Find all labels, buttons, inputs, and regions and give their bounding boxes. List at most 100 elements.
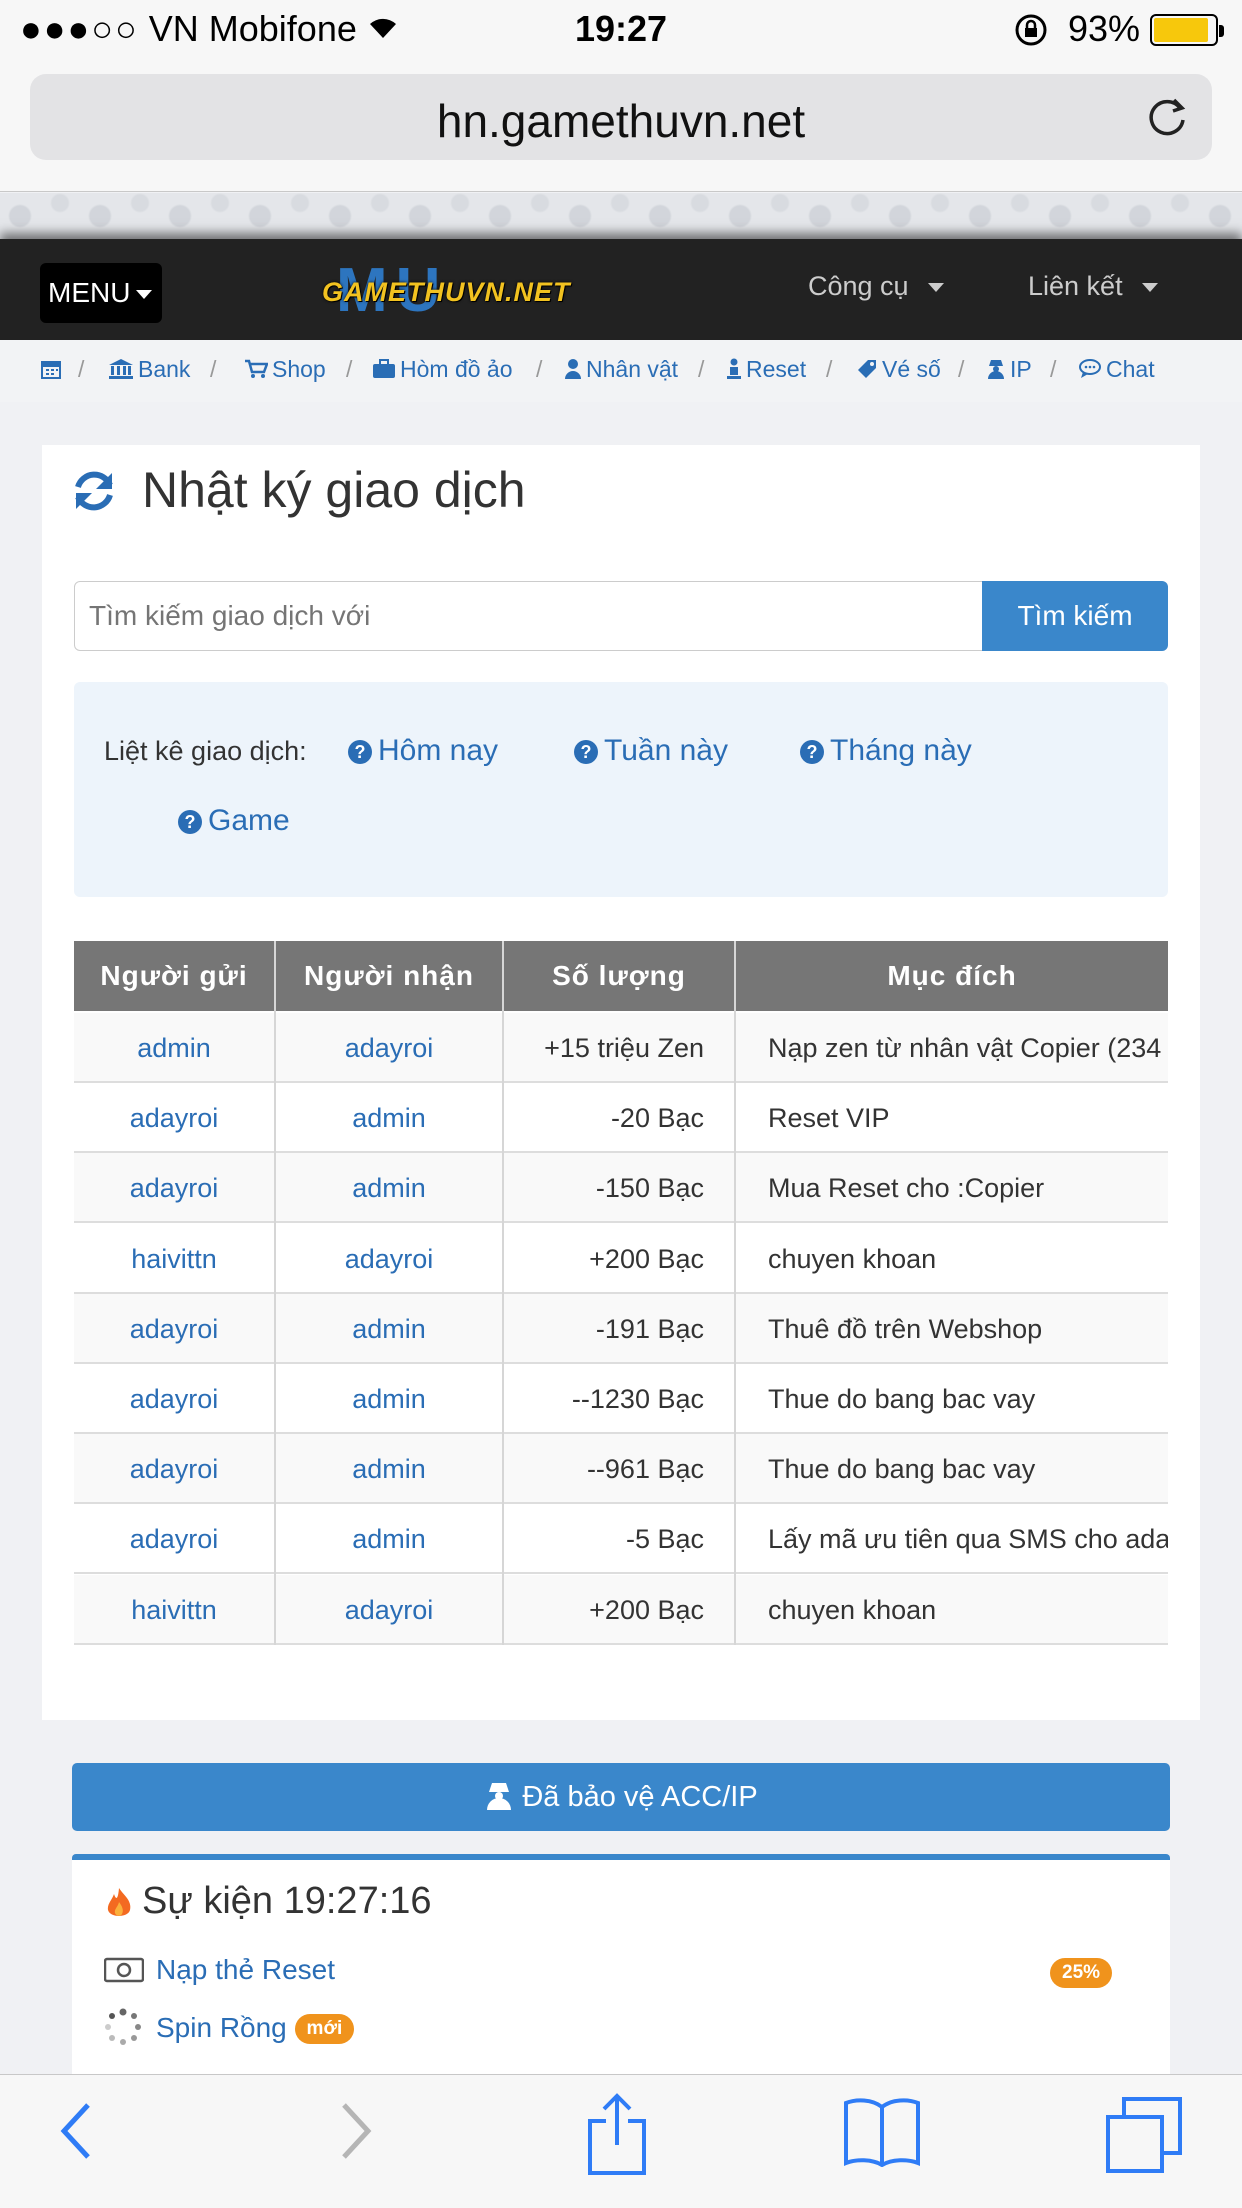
account-protected-button[interactable]: Đã bảo vệ ACC/IP — [72, 1763, 1170, 1831]
table-row: adayroi admin --1230 Bạc Thue do bang bac v… — [74, 1364, 1168, 1434]
logo-text: GAMETHUVN.NET — [322, 277, 571, 307]
address-bar[interactable]: hn.gamethuvn.net — [30, 74, 1212, 160]
site-logo[interactable]: MU GAMETHUVN.NET — [322, 260, 572, 322]
transaction-log-panel: Nhật ký giao dịch Tìm kiếm Liệt kê giao … — [42, 445, 1200, 1720]
breadcrumb-character[interactable]: Nhân vật — [564, 356, 678, 383]
purpose-cell: Thue do bang bac vay — [768, 1384, 1036, 1414]
bank-icon — [109, 359, 133, 379]
filter-game[interactable]: ? Game — [178, 804, 290, 838]
caret-down-icon — [928, 283, 945, 293]
menu-label: MENU — [48, 277, 131, 308]
amount-cell: -191 Bạc — [595, 1313, 704, 1344]
events-title: Sự kiện 19:27:16 — [142, 1880, 432, 1922]
table-row: adayroi admin -20 Bạc Reset VIP — [74, 1083, 1168, 1154]
receiver-link[interactable]: admin — [276, 1083, 502, 1153]
rotation-lock-icon — [1015, 14, 1047, 46]
filter-label-month: Tháng này — [830, 734, 972, 767]
receiver-link[interactable]: admin — [276, 1294, 502, 1364]
bookmarks-icon[interactable] — [842, 2097, 922, 2167]
event-label: Nạp thẻ Reset — [156, 1954, 335, 1985]
menu-button[interactable]: MENU — [40, 263, 162, 323]
amount-cell: -20 Bạc — [610, 1103, 704, 1134]
amount-cell: +200 Bạc — [589, 1594, 704, 1625]
clock: 19:27 — [574, 8, 668, 49]
column-header-purpose: Mục đích — [736, 941, 1168, 1011]
transactions-table: Người gửi Người nhận Số lượng Mục đích a… — [74, 941, 1168, 1645]
filter-today[interactable]: ? Hôm nay — [348, 734, 498, 768]
cart-icon — [245, 359, 268, 378]
back-icon[interactable] — [58, 2099, 98, 2163]
breadcrumb-label: Shop — [272, 356, 326, 382]
amount-cell: +200 Bạc — [589, 1243, 704, 1274]
refresh-icon — [75, 471, 113, 511]
table-row: adayroi admin -150 Bạc Mua Reset cho :Copie… — [74, 1153, 1168, 1224]
spy-icon — [487, 1783, 512, 1810]
caret-down-icon — [1142, 283, 1159, 293]
search-button[interactable]: Tìm kiếm — [982, 581, 1168, 651]
person-icon — [727, 358, 741, 379]
event-label: Spin Rồng — [156, 2012, 287, 2043]
breadcrumb-chat[interactable]: Chat — [1078, 356, 1155, 383]
filter-month[interactable]: ? Tháng này — [800, 734, 972, 768]
question-icon: ? — [178, 810, 202, 834]
calendar-link[interactable] — [40, 356, 66, 383]
breadcrumb-label: Nhân vật — [586, 356, 679, 382]
forward-icon[interactable] — [334, 2099, 374, 2163]
purpose-cell: Mua Reset cho :Copier — [768, 1173, 1045, 1204]
sender-link[interactable]: adayroi — [74, 1294, 274, 1364]
event-item-dragon-spin[interactable]: Spin Rồng mới — [156, 2012, 355, 2044]
protect-label: Đã bảo vệ ACC/IP — [522, 1781, 758, 1813]
status-bar: ●●●○○ VN Mobifone 19:27 93% — [0, 0, 1242, 60]
receiver-link[interactable]: admin — [276, 1364, 502, 1434]
receiver-link[interactable]: admin — [276, 1153, 502, 1223]
sender-link[interactable]: adayroi — [74, 1434, 274, 1504]
purpose-cell: Thue do bang bac vay — [768, 1454, 1036, 1485]
sender-link[interactable]: adayroi — [74, 1364, 274, 1434]
browser-chrome: hn.gamethuvn.net — [0, 60, 1242, 192]
sender-link[interactable]: haivittn — [74, 1224, 274, 1294]
sender-link[interactable]: adayroi — [74, 1153, 274, 1223]
event-item-reset-card[interactable]: Nạp thẻ Reset — [156, 1954, 335, 1986]
share-icon[interactable] — [586, 2093, 648, 2177]
search-input[interactable] — [74, 581, 984, 651]
sender-link[interactable]: haivittn — [74, 1575, 274, 1645]
spinner-icon — [105, 2008, 141, 2045]
sender-link[interactable]: adayroi — [74, 1083, 274, 1153]
ticket-icon — [858, 360, 876, 378]
breadcrumb-reset[interactable]: Reset — [726, 356, 806, 383]
header-pattern — [0, 193, 1242, 239]
breadcrumb-label: IP — [1010, 356, 1032, 382]
breadcrumb-shop[interactable]: Shop — [244, 356, 326, 383]
reload-icon[interactable] — [1144, 94, 1190, 140]
breadcrumb-lottery[interactable]: Vé số — [856, 356, 941, 383]
user-icon — [565, 359, 581, 379]
amount-cell: --961 Bạc — [586, 1454, 704, 1485]
sender-link[interactable]: adayroi — [74, 1504, 274, 1574]
column-divider — [274, 941, 276, 1645]
receiver-link[interactable]: adayroi — [276, 1013, 502, 1083]
receiver-link[interactable]: admin — [276, 1504, 502, 1574]
tools-dropdown[interactable]: Công cụ — [808, 271, 945, 302]
breadcrumb-inventory[interactable]: Hòm đồ ảo — [372, 356, 513, 383]
tabs-icon[interactable] — [1104, 2095, 1184, 2175]
receiver-link[interactable]: adayroi — [276, 1224, 502, 1294]
links-dropdown[interactable]: Liên kết — [1028, 271, 1159, 302]
receiver-link[interactable]: adayroi — [276, 1575, 502, 1645]
new-badge: mới — [294, 2014, 355, 2044]
receiver-link[interactable]: admin — [276, 1434, 502, 1504]
column-header-sender: Người gửi — [74, 941, 274, 1011]
breadcrumb-label: Bank — [138, 356, 191, 382]
fire-icon — [107, 1888, 131, 1916]
breadcrumb-bank[interactable]: Bank — [108, 356, 190, 383]
sender-link[interactable]: admin — [74, 1013, 274, 1083]
filter-week[interactable]: ? Tuần này — [574, 734, 728, 768]
filter-label-game: Game — [208, 804, 290, 837]
calendar-icon — [41, 361, 61, 379]
breadcrumb-ip[interactable]: IP — [986, 356, 1032, 383]
table-row: haivittn adayroi +200 Bạc chuyen khoan — [74, 1223, 1168, 1294]
purpose-cell: Lấy mã ưu tiên qua SMS cho ada — [768, 1524, 1168, 1555]
column-divider — [734, 941, 736, 1645]
spy-icon — [988, 360, 1004, 379]
url-text[interactable]: hn.gamethuvn.net — [30, 94, 1212, 148]
battery-icon — [1150, 14, 1224, 46]
